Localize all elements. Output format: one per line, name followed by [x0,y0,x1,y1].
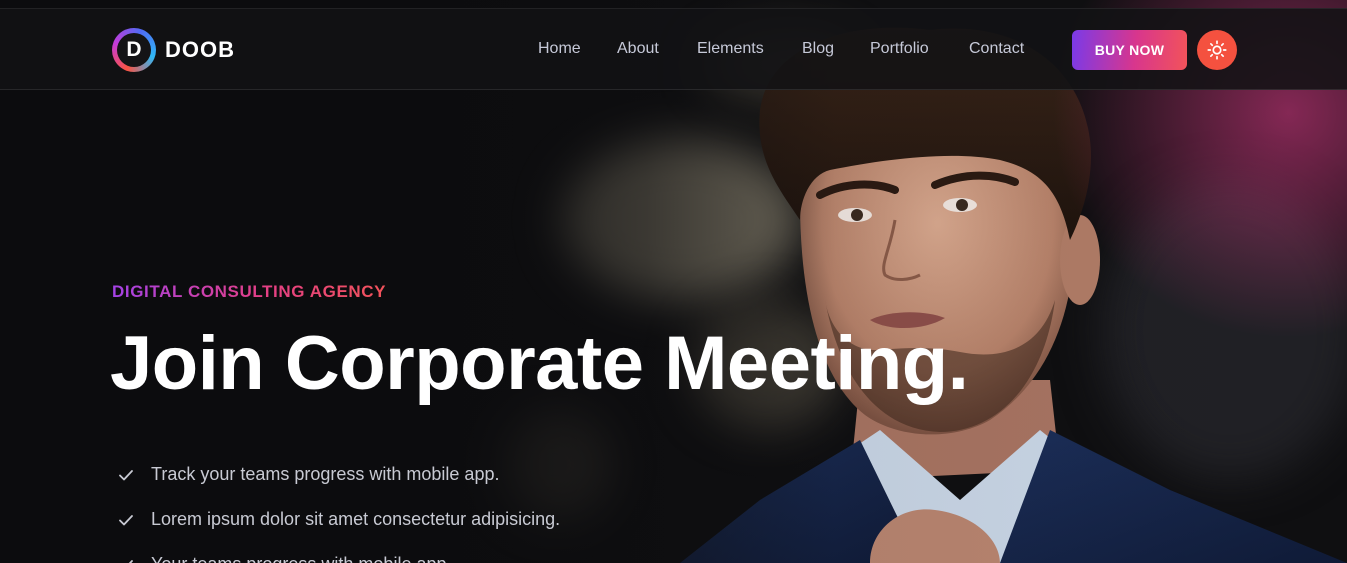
hero-title: Join Corporate Meeting. [110,321,969,406]
logo-letter: D [117,33,151,67]
theme-toggle-button[interactable] [1197,30,1237,70]
feature-list: Track your teams progress with mobile ap… [118,452,560,563]
brand-name: DOOB [165,37,235,62]
logo-icon: D [112,28,156,72]
list-item: Your teams progress with mobile app. [118,542,560,563]
check-icon [119,469,133,480]
page: D DOOB Home About Elements Blog Portfoli… [0,0,1347,563]
logo[interactable]: D DOOB [112,28,235,72]
sun-icon [1207,40,1227,60]
nav-item-contact[interactable]: Contact [969,40,1024,58]
nav-item-elements[interactable]: Elements [697,40,764,58]
nav-item-blog[interactable]: Blog [802,40,834,58]
feature-text: Your teams progress with mobile app. [151,554,452,563]
check-icon [128,559,133,563]
hero-subtitle: DIGITAL CONSULTING AGENCY [112,282,387,301]
nav-item-home[interactable]: Home [538,40,581,58]
nav-item-portfolio[interactable]: Portfolio [870,40,929,58]
buy-now-button[interactable]: BUY NOW [1072,30,1187,70]
list-item: Lorem ipsum dolor sit amet consectetur a… [118,497,560,542]
list-item: Track your teams progress with mobile ap… [118,452,560,497]
feature-text: Track your teams progress with mobile ap… [151,464,500,484]
nav-item-about[interactable]: About [617,40,659,58]
check-icon [119,514,133,525]
feature-text: Lorem ipsum dolor sit amet consectetur a… [151,509,561,529]
site-header: D DOOB Home About Elements Blog Portfoli… [0,8,1347,90]
